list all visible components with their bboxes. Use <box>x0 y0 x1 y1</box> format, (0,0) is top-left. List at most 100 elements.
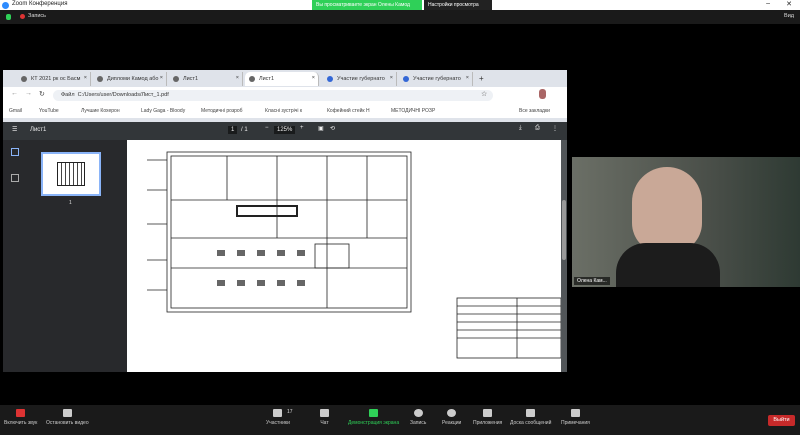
share-label: Демонстрация экрана <box>348 420 400 426</box>
pdf-toolbar: ☰ Лист1 1 / 1 − 125% + ▣ ⟲ ⤓ ⎙ ⋮ <box>3 122 567 140</box>
participant-video: Олена Кам... <box>572 157 800 287</box>
apps-icon <box>483 409 493 417</box>
reactions-icon <box>447 409 457 417</box>
recording-label[interactable]: Запись <box>28 13 46 19</box>
pdf-sidebar: 1 <box>3 140 127 372</box>
shield-icon <box>6 14 11 20</box>
record-button[interactable]: Запись <box>410 409 426 426</box>
apps-button[interactable]: Приложения <box>473 409 502 426</box>
meeting-toolbar: Включить звук Остановить видео Участники… <box>0 405 800 435</box>
download-icon[interactable]: ⤓ <box>519 125 522 132</box>
whiteboard-button[interactable]: Доска сообщений <box>510 409 551 426</box>
bookmark[interactable]: Lady Gaga - Bloody <box>141 108 185 114</box>
bookmark[interactable]: YouTube <box>39 108 59 114</box>
share-banner: Вы просматриваете экран Олены Камод <box>312 0 422 10</box>
close-button[interactable]: ✕ <box>786 0 792 8</box>
thumbnail-label: 1 <box>69 200 72 206</box>
outline-icon[interactable] <box>11 174 19 182</box>
close-tab-icon[interactable]: × <box>390 75 393 81</box>
bookmark[interactable]: Кофейний стейк Н <box>327 108 370 114</box>
reactions-label: Реакции <box>442 420 462 426</box>
meeting-top-bar: Запись Вид <box>0 10 800 24</box>
page-thumbnail[interactable] <box>41 152 101 196</box>
close-tab-icon[interactable]: × <box>466 75 469 81</box>
close-tab-icon[interactable]: × <box>236 75 239 81</box>
reload-icon[interactable]: ↻ <box>39 90 45 98</box>
tab-label: Лист1 <box>183 76 199 82</box>
view-options-button[interactable]: Настройки просмотра <box>424 0 492 10</box>
avatar[interactable] <box>539 89 546 99</box>
record-label: Запись <box>410 420 427 426</box>
participant-face <box>632 167 702 253</box>
star-icon[interactable]: ☆ <box>481 90 487 98</box>
whiteboard-icon <box>526 409 536 417</box>
url-text: C:/Users/user/Downloads/Лист_1.pdf <box>77 92 169 98</box>
close-tab-icon[interactable]: × <box>312 75 315 81</box>
page-total: / 1 <box>241 127 248 133</box>
browser-tab[interactable]: КТ 2021 рк ос Басм × <box>17 72 91 86</box>
site-chip: Файл <box>61 92 75 98</box>
pdf-viewer <box>127 140 567 372</box>
bookmark[interactable]: МЕТОДИЧНІ РОЗР <box>391 108 435 114</box>
browser-tab[interactable]: Участие губернато × <box>323 72 397 86</box>
notes-icon <box>570 409 580 417</box>
record-icon <box>413 409 423 417</box>
forward-icon[interactable]: → <box>25 90 32 97</box>
whiteboard-label: Доска сообщений <box>510 420 552 426</box>
floor-plan-drawing <box>147 151 562 359</box>
notes-button[interactable]: Примечания <box>561 409 590 426</box>
window-title: Zoom Конференция <box>12 1 68 7</box>
all-bookmarks[interactable]: Все закладки <box>519 108 550 114</box>
apps-label: Приложения <box>473 420 503 426</box>
stop-video-button[interactable]: Остановить видео <box>46 409 89 426</box>
view-button[interactable]: Вид <box>784 13 794 19</box>
video-label: Остановить видео <box>46 420 89 426</box>
participant-body <box>616 243 720 287</box>
url-input[interactable]: Файл C:/Users/user/Downloads/Лист_1.pdf <box>53 90 493 101</box>
browser-tab[interactable]: Участие губернато × <box>399 72 473 86</box>
close-tab-icon[interactable]: × <box>160 75 163 81</box>
tab-label: Лист1 <box>259 76 275 82</box>
mute-button[interactable]: Включить звук <box>4 409 37 426</box>
browser-tab[interactable]: Лист1 × <box>169 72 243 86</box>
back-icon[interactable]: ← <box>11 90 18 97</box>
minimize-button[interactable]: – <box>766 0 770 7</box>
scrollbar[interactable] <box>562 200 566 260</box>
menu-icon[interactable]: ☰ <box>12 126 17 133</box>
share-screen-button[interactable]: Демонстрация экрана <box>348 409 399 426</box>
page-input[interactable]: 1 <box>228 126 238 134</box>
notes-label: Примечания <box>561 420 590 426</box>
new-tab-button[interactable]: + <box>479 74 484 83</box>
reactions-button[interactable]: Реакции <box>442 409 461 426</box>
bookmark[interactable]: Gmail <box>9 108 22 114</box>
chat-button[interactable]: Чат <box>320 409 329 426</box>
participants-label: Участники <box>266 420 290 426</box>
zoom-input[interactable]: 125% <box>274 126 296 134</box>
bookmark[interactable]: Лучшие Кохерон <box>81 108 120 114</box>
tab-label: Участие губернато <box>413 76 461 82</box>
browser-tab[interactable]: Дипломи Камод або × <box>93 72 167 86</box>
tab-favicon-icon <box>403 76 409 82</box>
browser-tab-active[interactable]: Лист1 × <box>245 72 319 86</box>
chat-icon <box>320 409 329 417</box>
fit-page-icon[interactable]: ▣ <box>318 125 324 132</box>
bookmark[interactable]: Методичні розроб <box>201 108 243 114</box>
leave-button[interactable]: Выйти <box>768 415 795 426</box>
participants-icon <box>273 409 283 417</box>
close-tab-icon[interactable]: × <box>84 75 87 81</box>
zoom-in-button[interactable]: + <box>300 125 304 131</box>
browser-window: КТ 2021 рк ос Басм × Дипломи Камод або × Л… <box>3 70 567 372</box>
zoom-out-button[interactable]: − <box>265 125 269 131</box>
tab-favicon-icon <box>21 76 27 82</box>
thumbnails-icon[interactable] <box>11 148 19 156</box>
tab-label: Участие губернато <box>337 76 385 82</box>
share-screen-icon <box>369 409 379 417</box>
more-icon[interactable]: ⋮ <box>552 125 558 132</box>
bookmark[interactable]: Класні зустрічі к <box>265 108 302 114</box>
record-icon <box>20 14 25 19</box>
print-icon[interactable]: ⎙ <box>535 125 540 132</box>
rotate-icon[interactable]: ⟲ <box>330 125 335 132</box>
tab-favicon-icon <box>97 76 103 82</box>
chat-label: Чат <box>320 420 329 426</box>
address-bar-row: ← → ↻ Файл C:/Users/user/Downloads/Лист_… <box>3 87 567 104</box>
